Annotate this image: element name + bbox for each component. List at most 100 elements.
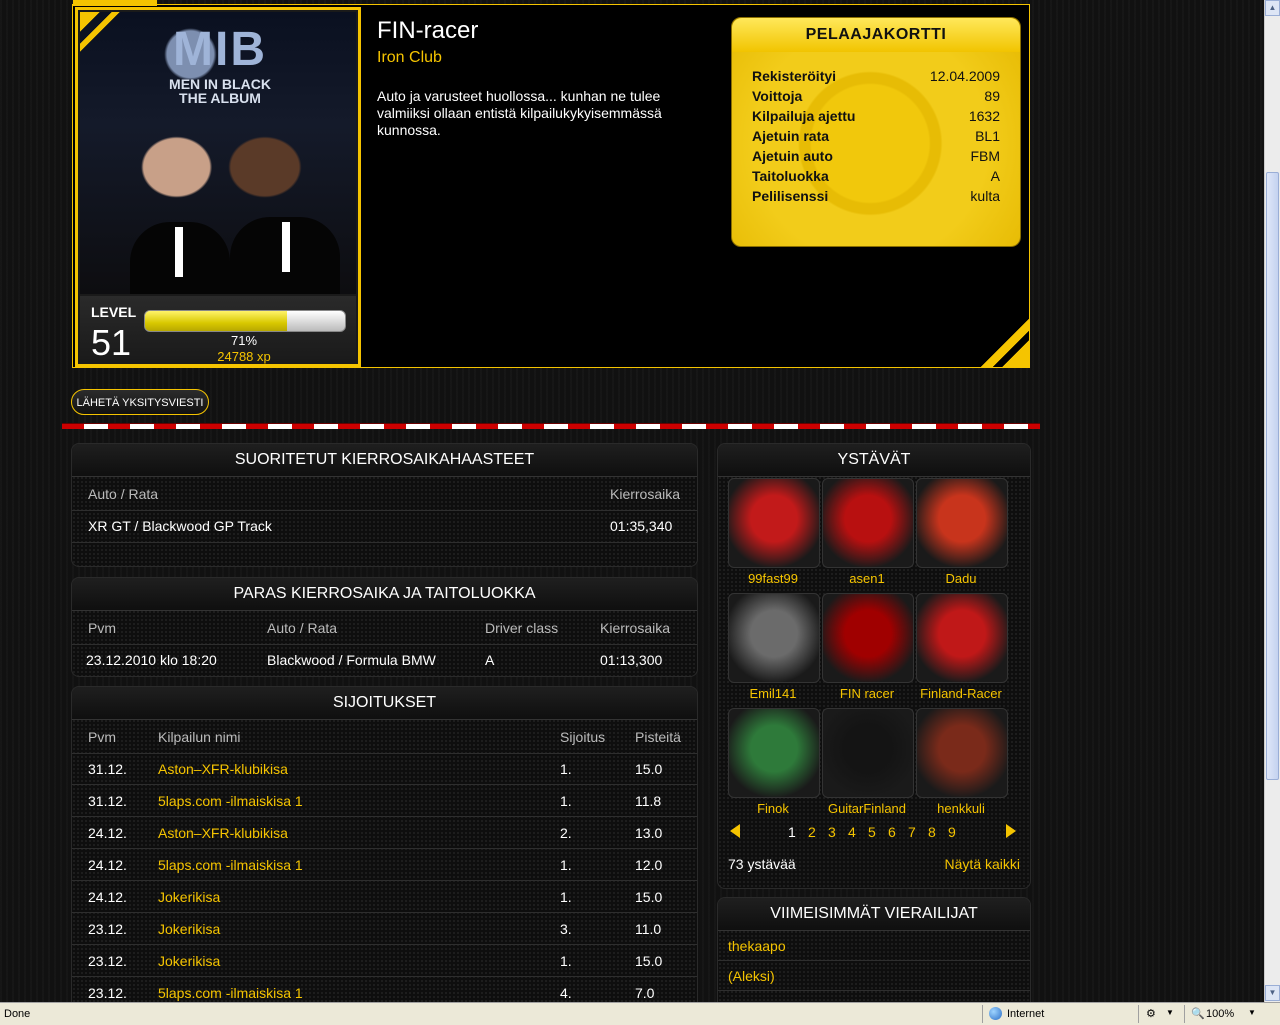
- friend-avatar[interactable]: [728, 593, 820, 683]
- ranking-race-link[interactable]: 5laps.com -ilmaiskisa 1: [158, 857, 303, 873]
- friend-name-link[interactable]: FIN racer: [822, 686, 912, 701]
- friend-name-link[interactable]: Finok: [728, 801, 818, 816]
- vertical-scrollbar[interactable]: ▲ ▼: [1264, 0, 1280, 1002]
- friend-tile[interactable]: Emil141: [728, 593, 820, 701]
- protected-mode-icon[interactable]: ⚙: [1146, 1007, 1160, 1020]
- pager-page-1[interactable]: 1: [788, 824, 796, 840]
- ranking-points: 11.8: [635, 793, 662, 809]
- zoom-dropdown-arrow-icon[interactable]: ▼: [1248, 1008, 1256, 1017]
- friend-tile[interactable]: asen1: [822, 478, 914, 586]
- ranking-position: 2.: [560, 825, 572, 841]
- card-value: BL1: [975, 128, 1000, 144]
- player-card-title: PELAAJAKORTTI: [732, 18, 1020, 52]
- friend-tile[interactable]: 99fast99: [728, 478, 820, 586]
- user-name: FIN-racer: [377, 17, 479, 44]
- scroll-thumb[interactable]: [1266, 172, 1279, 780]
- show-all-friends-link[interactable]: Näytä kaikki: [945, 856, 1020, 872]
- player-card-row: Ajetuin rata BL1: [752, 128, 1000, 148]
- card-value: 89: [984, 88, 1000, 104]
- corner-stripe-decoration: [981, 319, 1029, 367]
- card-value: FBM: [970, 148, 1000, 164]
- friend-name-link[interactable]: asen1: [822, 571, 912, 586]
- friend-avatar[interactable]: [916, 478, 1008, 568]
- pager-page-6[interactable]: 6: [888, 824, 896, 840]
- friend-name-link[interactable]: Finland-Racer: [916, 686, 1006, 701]
- ranking-points: 15.0: [635, 889, 663, 905]
- security-zone: Internet: [1007, 1008, 1045, 1020]
- user-club-link[interactable]: Iron Club: [377, 49, 442, 67]
- pager-page-4[interactable]: 4: [848, 824, 856, 840]
- friend-name-link[interactable]: GuitarFinland: [822, 801, 912, 816]
- friend-tile[interactable]: FIN racer: [822, 593, 914, 701]
- friend-avatar[interactable]: [822, 708, 914, 798]
- row-separator: [72, 880, 697, 881]
- friend-avatar[interactable]: [822, 478, 914, 568]
- friend-tile[interactable]: henkkuli: [916, 708, 1008, 816]
- friend-avatar[interactable]: [916, 593, 1008, 683]
- avatar-tie-left: [175, 227, 183, 277]
- visitor-link[interactable]: (Aleksi): [728, 968, 775, 984]
- send-private-message-button[interactable]: LÄHETÄ YKSITYSVIESTI: [71, 389, 209, 415]
- pager-prev-arrow-icon[interactable]: [730, 824, 740, 838]
- ranking-race-link[interactable]: Aston–XFR-klubikisa: [158, 825, 288, 841]
- friend-tile[interactable]: Dadu: [916, 478, 1008, 586]
- avatar-line2: THE ALBUM: [179, 90, 261, 106]
- col-header-car-track: Auto / Rata: [88, 486, 159, 502]
- avatar-line1: MEN IN BLACK: [169, 76, 271, 92]
- ranking-race-link[interactable]: 5laps.com -ilmaiskisa 1: [158, 985, 303, 1001]
- ranking-race-link[interactable]: Aston–XFR-klubikisa: [158, 761, 288, 777]
- friend-tile[interactable]: Finok: [728, 708, 820, 816]
- zoom-level[interactable]: 100%: [1206, 1008, 1234, 1020]
- friend-avatar[interactable]: [916, 708, 1008, 798]
- pager-page-3[interactable]: 3: [828, 824, 836, 840]
- ranking-race-link[interactable]: Jokerikisa: [158, 921, 220, 937]
- pager-page-7[interactable]: 7: [908, 824, 916, 840]
- ranking-race-link[interactable]: 5laps.com -ilmaiskisa 1: [158, 793, 303, 809]
- row-separator: [72, 944, 697, 945]
- scroll-down-arrow-icon[interactable]: ▼: [1265, 985, 1280, 1001]
- ranking-points: 15.0: [635, 761, 663, 777]
- friend-avatar[interactable]: [728, 708, 820, 798]
- friend-name-link[interactable]: 99fast99: [728, 571, 818, 586]
- ranking-date: 23.12.: [88, 953, 127, 969]
- friend-name-link[interactable]: henkkuli: [916, 801, 1006, 816]
- ranking-points: 7.0: [635, 985, 655, 1001]
- friend-name-link[interactable]: Emil141: [728, 686, 818, 701]
- ranking-race-link[interactable]: Jokerikisa: [158, 889, 220, 905]
- pager-page-9[interactable]: 9: [948, 824, 956, 840]
- friend-avatar[interactable]: [822, 593, 914, 683]
- player-card-row: Pelilisenssi kulta: [752, 188, 1000, 208]
- pager-page-2[interactable]: 2: [808, 824, 816, 840]
- player-card-row: Rekisteröityi 12.04.2009: [752, 68, 1000, 88]
- ranking-race-link[interactable]: Jokerikisa: [158, 953, 220, 969]
- panel-title: SUORITETUT KIERROSAIKAHAASTEET: [72, 444, 697, 477]
- recent-visitors-panel: VIIMEISIMMÄT VIERAILIJAT thekaapo (Aleks…: [717, 897, 1031, 1002]
- best-lap-driver-class: A: [485, 652, 495, 668]
- friends-count: 73 ystävää: [728, 856, 796, 872]
- dropdown-arrow-icon[interactable]: ▼: [1166, 1008, 1174, 1017]
- friend-name-link[interactable]: Dadu: [916, 571, 1006, 586]
- scroll-up-arrow-icon[interactable]: ▲: [1265, 0, 1280, 16]
- panel-title: PARAS KIERROSAIKA JA TAITOLUOKKA: [72, 578, 697, 611]
- pager-next-arrow-icon[interactable]: [1006, 824, 1016, 838]
- friend-tile[interactable]: Finland-Racer: [916, 593, 1008, 701]
- ranking-date: 24.12.: [88, 857, 127, 873]
- row-separator: [72, 912, 697, 913]
- pager-page-8[interactable]: 8: [928, 824, 936, 840]
- friends-panel: YSTÄVÄT 99fast99 asen1 Dadu Emil141 FIN …: [717, 443, 1031, 889]
- avatar-tie-right: [282, 222, 290, 272]
- zoom-icon[interactable]: 🔍: [1191, 1007, 1205, 1020]
- visitor-link[interactable]: thekaapo: [728, 938, 786, 954]
- avatar: MIB MEN IN BLACK THE ALBUM: [80, 12, 356, 294]
- best-lap-date: 23.12.2010 klo 18:20: [86, 652, 217, 668]
- ranking-position: 1.: [560, 761, 572, 777]
- ranking-position: 3.: [560, 921, 572, 937]
- col-header-position: Sijoitus: [560, 729, 606, 745]
- level-box: LEVEL 51 71% 24788 xp: [80, 296, 356, 364]
- pager-page-5[interactable]: 5: [868, 824, 876, 840]
- row-separator: [72, 976, 697, 977]
- friend-avatar[interactable]: [728, 478, 820, 568]
- page: MIB MEN IN BLACK THE ALBUM LEVEL 51 71% …: [0, 0, 1264, 1002]
- friend-tile[interactable]: GuitarFinland: [822, 708, 914, 816]
- ranking-date: 31.12.: [88, 761, 127, 777]
